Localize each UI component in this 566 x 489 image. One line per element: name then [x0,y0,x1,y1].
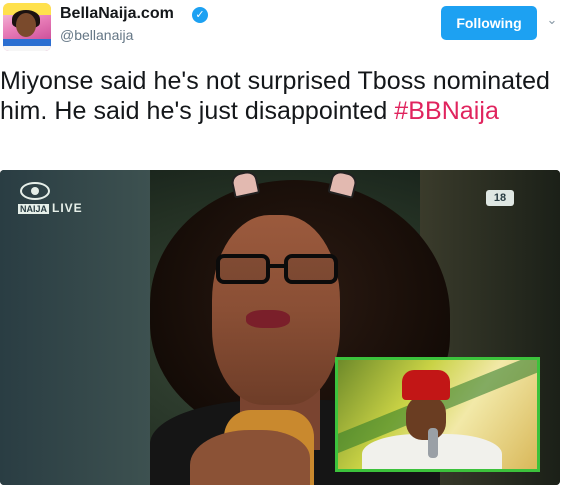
lips [246,310,290,328]
show-label: NAIJA [18,204,50,214]
pip-man-face [406,396,446,440]
user-handle[interactable]: @bellanaija [60,27,133,43]
picture-in-picture-inset [335,357,540,472]
avatar[interactable] [3,3,51,51]
glasses-lens-left [216,254,270,284]
pip-red-cap [402,370,450,400]
glasses [214,250,344,290]
live-label: LIVE [52,201,83,215]
tweet-card: BellaNaija.com ✓ @bellanaija Following ⌄… [0,0,566,489]
display-name[interactable]: BellaNaija.com [60,5,174,23]
glasses-lens-right [284,254,338,284]
eye-icon [20,182,50,200]
avatar-face [16,13,36,37]
age-rating-badge: 18 [486,190,514,206]
big-brother-logo: NAIJA LIVE [18,182,108,218]
tweet-text: Miyonse said he's not surprised Tboss no… [0,66,562,126]
chevron-down-icon[interactable]: ⌄ [544,12,560,28]
tweet-media-image[interactable]: NAIJA LIVE 18 [0,170,560,485]
avatar-footer [3,46,51,51]
following-button[interactable]: Following [441,6,537,40]
hashtag-link[interactable]: #BBNaija [394,97,499,125]
microphone-icon [428,428,438,458]
verified-badge-icon: ✓ [192,7,208,23]
